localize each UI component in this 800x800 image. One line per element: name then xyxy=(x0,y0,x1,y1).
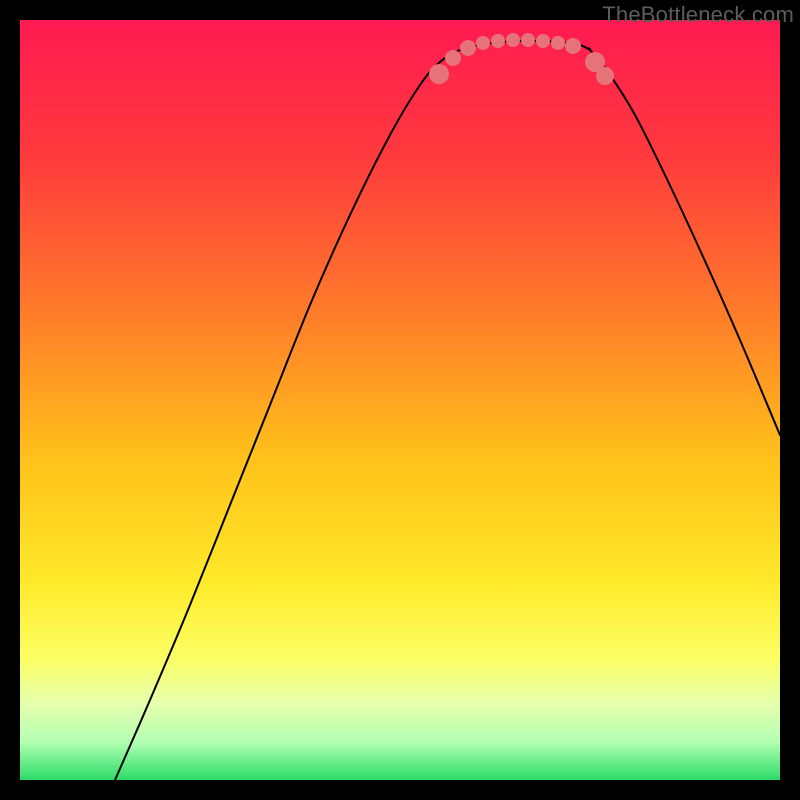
optimum-marker xyxy=(551,36,565,50)
optimum-marker xyxy=(445,50,461,66)
optimum-marker xyxy=(460,40,476,56)
bottleneck-curve xyxy=(115,41,780,780)
optimum-marker xyxy=(565,38,581,54)
curve-plot xyxy=(20,20,780,780)
chart-stage: TheBottleneck.com xyxy=(0,0,800,800)
optimum-marker xyxy=(476,36,490,50)
optimum-marker xyxy=(506,33,520,47)
optimum-marker xyxy=(491,34,505,48)
optimum-marker xyxy=(596,67,614,85)
optimum-marker xyxy=(429,64,449,84)
optimum-marker xyxy=(536,34,550,48)
optimum-marker xyxy=(521,33,535,47)
